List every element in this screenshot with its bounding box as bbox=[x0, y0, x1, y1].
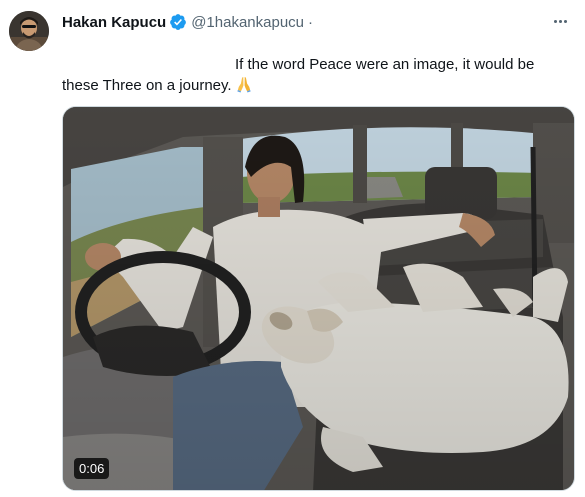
separator-dot: · bbox=[308, 13, 314, 31]
tweet-text-line-2-text: these Three on a journey. bbox=[62, 77, 232, 94]
tweet-video[interactable]: 0:06 bbox=[62, 106, 575, 491]
verified-badge-icon bbox=[169, 13, 187, 31]
author-handle[interactable]: @1hakankapucu bbox=[191, 14, 304, 31]
avatar[interactable] bbox=[9, 11, 49, 51]
tweet-text-line-1: If the word Peace were an image, it woul… bbox=[235, 56, 535, 73]
tweet-text: If the word Peace were an image, it woul… bbox=[62, 54, 567, 96]
tweet-text-line-2: these Three on a journey. bbox=[62, 75, 567, 96]
folded-hands-emoji-icon bbox=[235, 75, 253, 93]
more-options-icon[interactable] bbox=[549, 10, 571, 32]
video-frame-image bbox=[63, 107, 574, 490]
display-name[interactable]: Hakan Kapucu bbox=[62, 14, 166, 31]
tweet-header: Hakan Kapucu @1hakankapucu · bbox=[62, 11, 313, 33]
video-duration-badge: 0:06 bbox=[74, 458, 110, 479]
avatar-image bbox=[9, 11, 49, 51]
